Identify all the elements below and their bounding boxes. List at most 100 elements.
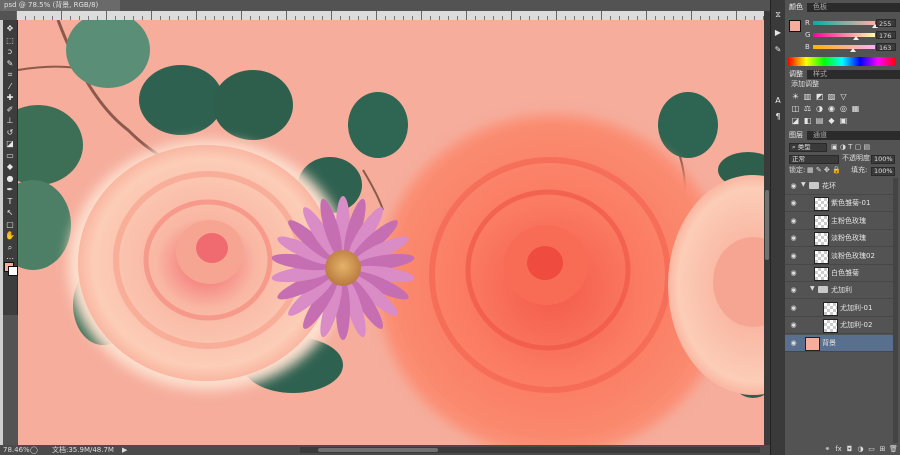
color-spectrum-ramp[interactable] (788, 57, 896, 66)
stamp-icon[interactable]: ⊥ (5, 116, 15, 125)
path-select-icon[interactable]: ↖ (5, 208, 15, 217)
brush-preset-icon[interactable]: ✎ (773, 45, 783, 55)
adjustment-icon[interactable]: ◑ (856, 445, 865, 454)
green-value-field[interactable]: 176 (876, 31, 896, 40)
pen-icon[interactable]: ✒ (5, 185, 15, 194)
blue-slider[interactable] (813, 45, 875, 49)
visibility-eye-icon[interactable]: ◉ (789, 269, 798, 278)
red-channel-row: R 255 (785, 18, 900, 28)
visibility-eye-icon[interactable]: ◉ (789, 304, 798, 313)
blend-mode-select[interactable]: 正常 (789, 155, 839, 164)
layer-row[interactable]: ◉ 主粉色玫瑰 (785, 213, 893, 230)
blue-slider-knob[interactable] (849, 48, 856, 52)
link-icon[interactable]: ⚭ (823, 445, 832, 454)
layer-filter-select[interactable]: ⌕ 类型 (789, 143, 827, 152)
visibility-eye-icon[interactable]: ◉ (789, 286, 798, 295)
adjustment-icon[interactable]: ▦ (851, 104, 860, 113)
layer-row[interactable]: ◉ 淡粉色玫瑰 (785, 230, 893, 248)
tab-adjustments[interactable]: 调整 (785, 70, 807, 79)
zoom-level[interactable]: 78.46% (3, 445, 30, 455)
layer-row[interactable]: ◉ ▼ 尤加利 (785, 282, 893, 300)
mask-icon[interactable]: ◘ (845, 445, 854, 454)
blue-value-field[interactable]: 163 (876, 43, 896, 52)
filter-icons[interactable]: ▣ ◑ T ▢ ▤ (831, 143, 870, 152)
tab-layers[interactable]: 图层 (785, 131, 807, 140)
zoom-icon[interactable]: ⌕ (5, 243, 15, 252)
adjustment-icon[interactable]: ▽ (839, 92, 848, 101)
adjustment-icon[interactable]: ▣ (839, 116, 848, 125)
tab-swatches[interactable]: 色板 (809, 3, 831, 12)
visibility-eye-icon[interactable]: ◉ (789, 234, 798, 243)
folder-icon[interactable]: ▭ (867, 445, 876, 454)
healing-icon[interactable]: ✚ (5, 93, 15, 102)
gradient-icon[interactable]: ▭ (5, 151, 15, 160)
adjustment-icon[interactable]: ◧ (803, 116, 812, 125)
green-slider-knob[interactable] (852, 36, 859, 40)
trash-icon[interactable]: 🗑 (889, 445, 898, 454)
fx-icon[interactable]: fx (834, 445, 843, 454)
adjustment-icon[interactable]: ▨ (827, 92, 836, 101)
fill-field[interactable]: 100% (871, 167, 895, 176)
vertical-scroll-thumb[interactable] (765, 190, 769, 260)
layer-row[interactable]: ◉ 背景 (785, 334, 893, 352)
adjustment-icon[interactable]: ◪ (791, 116, 800, 125)
adjustment-icon[interactable]: ▥ (803, 92, 812, 101)
new-layer-icon[interactable]: ⊞ (878, 445, 887, 454)
hand-icon[interactable]: ✋ (5, 231, 15, 240)
blur-icon[interactable]: ◆ (5, 162, 15, 171)
marquee-icon[interactable]: ⬚ (5, 36, 15, 45)
background-color-swatch[interactable] (8, 266, 18, 276)
adjustment-icon[interactable]: ◆ (827, 116, 836, 125)
red-slider[interactable] (813, 21, 875, 25)
history-icon[interactable]: ⧖ (773, 10, 783, 20)
history-brush-icon[interactable]: ↺ (5, 128, 15, 137)
green-slider[interactable] (813, 33, 875, 37)
adjustment-icon[interactable]: ☀ (791, 92, 800, 101)
adjustment-icon[interactable]: ◫ (791, 104, 800, 113)
adjustment-icon[interactable]: ◎ (839, 104, 848, 113)
move-icon[interactable]: ✥ (5, 24, 15, 33)
type-icon[interactable]: T (5, 197, 15, 206)
tab-channels[interactable]: 通道 (809, 131, 831, 140)
opacity-field[interactable]: 100% (871, 155, 895, 164)
adjustment-icon[interactable]: ◩ (815, 92, 824, 101)
chevron-down-icon[interactable]: ▼ (801, 181, 806, 188)
layer-row[interactable]: ◉ 白色雏菊 (785, 265, 893, 282)
visibility-eye-icon[interactable]: ◉ (789, 199, 798, 208)
status-menu-arrow-icon[interactable]: ▶ (122, 445, 127, 455)
document-canvas[interactable] (18, 20, 764, 445)
chevron-down-icon[interactable]: ▼ (810, 285, 815, 292)
dodge-icon[interactable]: ● (5, 174, 15, 183)
layer-row[interactable]: ◉ 紫色雏菊-01 (785, 195, 893, 213)
quick-select-icon[interactable]: ✎ (5, 59, 15, 68)
character-icon[interactable]: A (773, 96, 783, 106)
visibility-eye-icon[interactable]: ◉ (789, 321, 798, 330)
play-icon[interactable]: ▶ (773, 28, 783, 38)
lasso-icon[interactable]: ↄ (5, 47, 15, 56)
layer-row[interactable]: ◉ 尤加利-01 (785, 300, 893, 317)
adjustment-icon[interactable]: ⚖ (803, 104, 812, 113)
adjustment-icon[interactable]: ◑ (815, 104, 824, 113)
shape-icon[interactable]: ▢ (5, 220, 15, 229)
red-value-field[interactable]: 255 (876, 19, 896, 28)
adjustment-icon[interactable]: ▤ (815, 116, 824, 125)
layers-scrollbar[interactable] (893, 178, 898, 443)
paragraph-icon[interactable]: ¶ (773, 112, 783, 122)
visibility-eye-icon[interactable]: ◉ (789, 217, 798, 226)
layer-row[interactable]: ◉ 淡粉色玫瑰02 (785, 248, 893, 265)
crop-icon[interactable]: ⌗ (5, 70, 15, 79)
horizontal-scroll-thumb[interactable] (318, 448, 438, 452)
eyedropper-icon[interactable]: ⁄ (5, 82, 15, 91)
document-tab[interactable]: psd @ 78.5% (背景, RGB/8) (0, 0, 120, 11)
brush-icon[interactable]: ✐ (5, 105, 15, 114)
visibility-eye-icon[interactable]: ◉ (789, 252, 798, 261)
visibility-eye-icon[interactable]: ◉ (789, 339, 798, 348)
tab-styles[interactable]: 样式 (809, 70, 831, 79)
layer-row[interactable]: ◉ ▼ 花环 (785, 178, 893, 195)
lock-icons[interactable]: ▦ ✎ ✥ 🔒 (807, 166, 841, 175)
adjustment-icon[interactable]: ◉ (827, 104, 836, 113)
layer-row[interactable]: ◉ 尤加利-02 (785, 317, 893, 335)
tab-color[interactable]: 颜色 (785, 3, 807, 12)
visibility-eye-icon[interactable]: ◉ (789, 182, 798, 191)
eraser-icon[interactable]: ◪ (5, 139, 15, 148)
